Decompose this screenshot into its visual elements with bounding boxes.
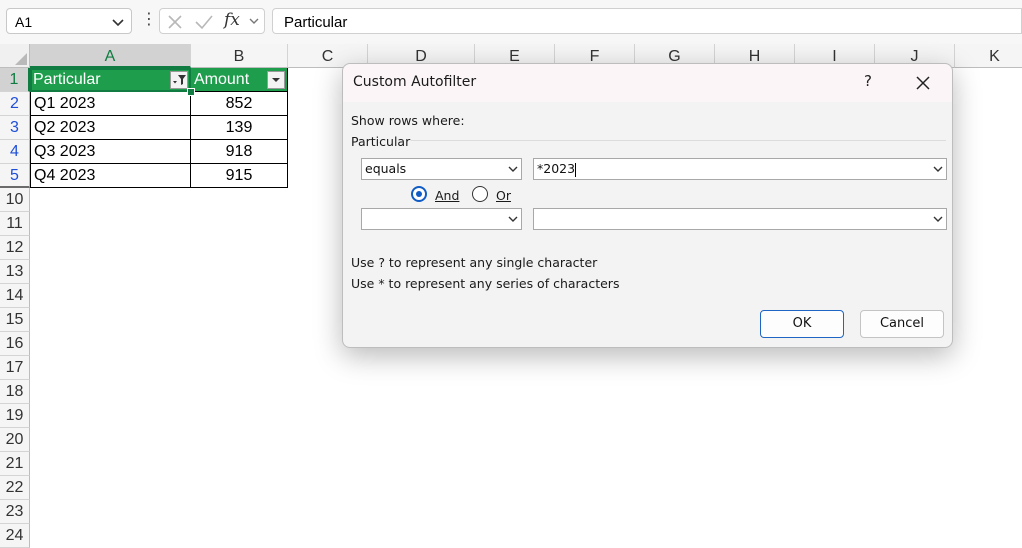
row-header[interactable]: 5: [0, 164, 30, 188]
table-cell[interactable]: Q1 2023: [30, 92, 191, 116]
criteria1-value-combobox[interactable]: *2023: [533, 158, 947, 180]
fill-handle[interactable]: [187, 88, 195, 96]
chevron-down-icon: [933, 216, 943, 222]
dialog-title-bar[interactable]: Custom Autofilter ?: [343, 64, 952, 102]
table-header-cell[interactable]: Particular: [30, 68, 191, 92]
custom-autofilter-dialog: Custom Autofilter ? Show rows where: Par…: [342, 63, 953, 348]
cancel-entry-icon[interactable]: [166, 13, 184, 31]
formula-input[interactable]: Particular: [272, 8, 1022, 34]
row-header[interactable]: 24: [0, 524, 30, 548]
row-header[interactable]: 19: [0, 404, 30, 428]
select-all-triangle-icon: [15, 53, 27, 65]
formula-value: Particular: [284, 14, 348, 31]
row-header[interactable]: 14: [0, 284, 30, 308]
filter-active-button[interactable]: [170, 71, 188, 89]
criteria1-operator-value: equals: [365, 161, 407, 176]
confirm-entry-icon[interactable]: [194, 13, 214, 31]
row-header[interactable]: 3: [0, 116, 30, 140]
dialog-title: Custom Autofilter: [353, 74, 477, 90]
row-header[interactable]: 13: [0, 260, 30, 284]
table-cell[interactable]: Q3 2023: [30, 140, 191, 164]
table-cell[interactable]: Q4 2023: [30, 164, 191, 188]
insert-function-icon[interactable]: fx: [224, 10, 240, 30]
column-header-k[interactable]: K: [955, 44, 1022, 68]
row-header[interactable]: 20: [0, 428, 30, 452]
chevron-down-icon: [933, 166, 943, 172]
column-header-a[interactable]: A: [30, 44, 191, 68]
table-cell[interactable]: 852: [191, 92, 288, 116]
text-caret: [575, 162, 577, 177]
table-cell[interactable]: Q2 2023: [30, 116, 191, 140]
formula-controls: fx: [159, 8, 265, 34]
column-header-b[interactable]: B: [191, 44, 288, 68]
field-label: Particular: [351, 134, 411, 149]
chevron-down-icon[interactable]: [248, 15, 260, 27]
group-divider: [411, 140, 946, 141]
name-box-value: A1: [15, 14, 33, 30]
filter-funnel-icon: [173, 75, 186, 85]
name-box[interactable]: A1: [6, 8, 132, 34]
or-label-text: Or: [496, 188, 511, 203]
and-label-text: And: [435, 188, 460, 203]
show-rows-label: Show rows where:: [351, 113, 465, 128]
chevron-down-icon: [112, 19, 124, 27]
row-header[interactable]: 22: [0, 476, 30, 500]
row-header[interactable]: 15: [0, 308, 30, 332]
and-radio-label[interactable]: And: [435, 188, 459, 203]
dropdown-arrow-icon: [272, 78, 280, 82]
help-button[interactable]: ?: [859, 72, 877, 90]
row-header[interactable]: 12: [0, 236, 30, 260]
criteria1-operator-select[interactable]: equals: [361, 158, 522, 180]
ok-button[interactable]: OK: [760, 310, 844, 338]
or-radio[interactable]: [472, 186, 488, 202]
header-particular: Particular: [33, 71, 101, 88]
row-header[interactable]: 4: [0, 140, 30, 164]
row-header[interactable]: 17: [0, 356, 30, 380]
row-header[interactable]: 21: [0, 452, 30, 476]
close-icon[interactable]: [913, 73, 933, 93]
row-header[interactable]: 1: [0, 68, 30, 92]
chevron-down-icon: [508, 216, 518, 222]
row-header[interactable]: 18: [0, 380, 30, 404]
row-header[interactable]: 2: [0, 92, 30, 116]
table-cell[interactable]: 139: [191, 116, 288, 140]
row-header[interactable]: 10: [0, 188, 30, 212]
or-radio-label[interactable]: Or: [496, 188, 511, 203]
hint-series-characters: Use * to represent any series of charact…: [351, 276, 620, 291]
formula-bar: A1 ⋮ fx Particular: [0, 0, 1022, 44]
criteria2-value-combobox[interactable]: [533, 208, 947, 230]
cancel-button[interactable]: Cancel: [860, 310, 944, 338]
select-all-corner[interactable]: [0, 44, 30, 68]
table-cell[interactable]: 915: [191, 164, 288, 188]
criteria2-operator-select[interactable]: [361, 208, 522, 230]
chevron-down-icon: [508, 166, 518, 172]
hint-single-character: Use ? to represent any single character: [351, 255, 598, 270]
row-header[interactable]: 11: [0, 212, 30, 236]
row-header[interactable]: 23: [0, 500, 30, 524]
criteria1-value-text: *2023: [537, 161, 576, 176]
header-amount: Amount: [194, 71, 250, 88]
row-header[interactable]: 16: [0, 332, 30, 356]
more-options-icon[interactable]: ⋮: [141, 12, 157, 28]
and-radio[interactable]: [411, 186, 427, 202]
filter-dropdown-button[interactable]: [267, 71, 285, 89]
table-cell[interactable]: 918: [191, 140, 288, 164]
